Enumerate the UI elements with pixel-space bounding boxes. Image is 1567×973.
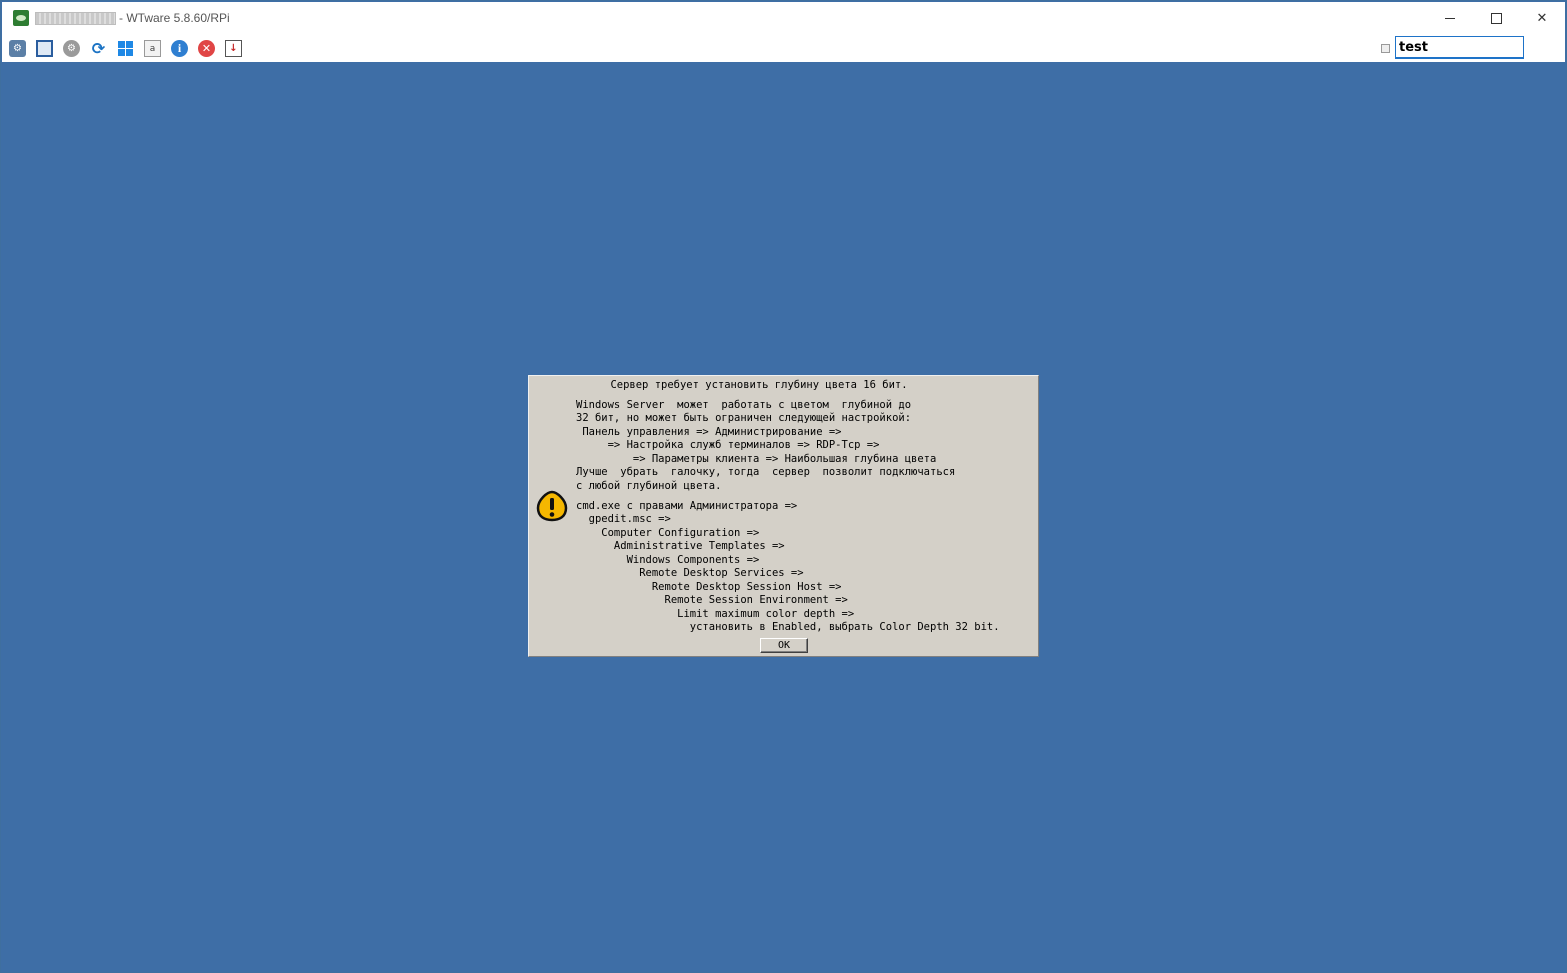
color-depth-dialog: Сервер требует установить глубину цвета … [528,375,1039,657]
fullscreen-icon[interactable] [36,40,53,57]
disconnect-icon[interactable]: ↓ [225,40,242,57]
windows-icon[interactable] [117,40,134,57]
toolbar: ⚙ ⚙ ⟳ a i ✕ ↓ [2,34,1565,62]
option-checkbox[interactable] [1381,44,1390,53]
stop-icon[interactable]: ✕ [198,40,215,57]
redacted-hostname [35,12,116,25]
minimize-button[interactable] [1427,2,1473,34]
keyboard-icon[interactable]: a [144,40,161,57]
minimize-icon [1445,17,1455,19]
maximize-button[interactable] [1473,2,1519,34]
info-icon[interactable]: i [171,40,188,57]
app-icon [13,10,29,26]
close-button[interactable]: ✕ [1519,2,1565,34]
refresh-icon[interactable]: ⟳ [90,39,107,58]
title-bar[interactable]: - WTware 5.8.60/RPi ✕ [2,2,1565,34]
settings-icon[interactable]: ⚙ [63,40,80,57]
ok-button[interactable]: OK [760,638,808,653]
plugins-icon[interactable]: ⚙ [9,40,26,57]
dialog-path-text: cmd.exe с правами Администратора => gped… [576,500,1000,634]
close-icon: ✕ [1536,10,1548,26]
warning-icon [536,490,568,522]
app-window: - WTware 5.8.60/RPi ✕ ⚙ ⚙ ⟳ a i ✕ ↓ Серв… [0,0,1567,973]
window-title: - WTware 5.8.60/RPi [119,11,230,25]
dialog-title: Сервер требует установить глубину цвета … [610,379,908,391]
maximize-icon [1490,12,1502,24]
dialog-body-text: Windows Server может работать с цветом г… [576,399,956,492]
search-input[interactable] [1395,36,1524,59]
